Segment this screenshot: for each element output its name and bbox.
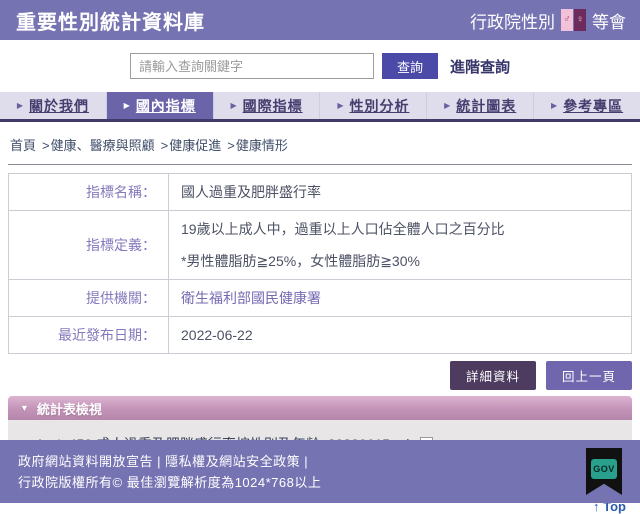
collapse-arrow-icon: ▼ — [20, 403, 29, 413]
breadcrumb-separator: > — [161, 138, 169, 153]
male-symbol-icon: ♂ — [561, 9, 573, 31]
table-row: 最近發布日期： 2022-06-22 — [9, 317, 632, 354]
stats-panel-title: 統計表檢視 — [37, 399, 102, 418]
footer-policy-line: 政府網站資料開放宣告 | 隱私權及網站安全政策 | — [18, 451, 640, 472]
breadcrumb-health-promotion[interactable]: 健康促進 — [169, 138, 221, 153]
table-row: 指標定義： 19歲以上成人中，過重以上人口佔全體人口之百分比 *男性體脂肪≧25… — [9, 211, 632, 280]
tab-about-us[interactable]: ▶ 關於我們 — [0, 92, 107, 119]
tab-domestic-indicators[interactable]: ▶ 國內指標 — [107, 92, 214, 119]
search-button[interactable]: 查詢 — [382, 53, 438, 79]
tab-arrow-icon: ▶ — [444, 101, 450, 110]
definition-line-1: 19歲以上成人中，過重以上人口佔全體人口之百分比 — [181, 219, 619, 239]
detail-data-button[interactable]: 詳細資料 — [450, 361, 536, 390]
table-row: 指標名稱： 國人過重及肥胖盛行率 — [9, 174, 632, 211]
release-date-label: 最近發布日期： — [9, 317, 169, 354]
org-name-suffix: 等會 — [592, 8, 626, 33]
tab-arrow-icon: ▶ — [551, 101, 557, 110]
breadcrumb-home[interactable]: 首頁 — [10, 138, 36, 153]
female-symbol-icon: ♀ — [574, 9, 586, 31]
gender-equality-logo-icon: ♂ ♀ — [561, 9, 586, 31]
indicator-definition-value: 19歲以上成人中，過重以上人口佔全體人口之百分比 *男性體脂肪≧25%，女性體脂… — [169, 211, 632, 280]
advanced-search-link[interactable]: 進階查詢 — [450, 56, 510, 77]
indicator-name-label: 指標名稱： — [9, 174, 169, 211]
site-header: 重要性別統計資料庫 行政院性別 ♂ ♀ 等會 — [0, 0, 640, 40]
breadcrumb-health-status[interactable]: 健康情形 — [236, 138, 288, 153]
tab-international-indicators[interactable]: ▶ 國際指標 — [214, 92, 321, 119]
site-title: 重要性別統計資料庫 — [16, 6, 205, 35]
org-logo-group: 行政院性別 ♂ ♀ 等會 — [470, 8, 626, 33]
org-name-prefix: 行政院性別 — [470, 8, 555, 33]
main-nav: ▶ 關於我們 ▶ 國內指標 ▶ 國際指標 ▶ 性別分析 ▶ 統計圖表 ▶ 參考專… — [0, 92, 640, 122]
agency-label: 提供機關： — [9, 280, 169, 317]
tab-arrow-icon: ▶ — [337, 101, 343, 110]
action-buttons: 詳細資料 回上一頁 — [0, 361, 632, 390]
breadcrumb-divider — [8, 164, 632, 165]
footer-copyright-line: 行政院版權所有© 最佳瀏覽解析度為1024*768以上 — [18, 472, 640, 493]
table-row: 提供機關： 衛生福利部國民健康署 — [9, 280, 632, 317]
privacy-policy-link[interactable]: 隱私權及網站安全政策 — [165, 454, 300, 469]
gov-label: GOV — [591, 459, 617, 479]
search-bar: 查詢 進階查詢 — [0, 40, 640, 92]
stats-panel-header[interactable]: ▼ 統計表檢視 — [8, 396, 632, 420]
site-footer: 政府網站資料開放宣告 | 隱私權及網站安全政策 | 行政院版權所有© 最佳瀏覽解… — [0, 440, 640, 503]
tab-arrow-icon: ▶ — [230, 101, 236, 110]
indicator-table: 指標名稱： 國人過重及肥胖盛行率 指標定義： 19歲以上成人中，過重以上人口佔全… — [8, 173, 632, 354]
search-input[interactable] — [130, 53, 374, 79]
tab-reference-area[interactable]: ▶ 參考專區 — [534, 92, 640, 119]
tab-arrow-icon: ▶ — [124, 101, 130, 110]
breadcrumb-separator: > — [42, 138, 50, 153]
back-button[interactable]: 回上一頁 — [546, 361, 632, 390]
definition-line-2: *男性體脂肪≧25%，女性體脂肪≧30% — [181, 251, 619, 271]
breadcrumb: 首頁>健康、醫療與照顧>健康促進>健康情形 — [0, 122, 640, 164]
indicator-name-value: 國人過重及肥胖盛行率 — [169, 174, 632, 211]
tab-arrow-icon: ▶ — [17, 101, 23, 110]
tab-statistical-charts[interactable]: ▶ 統計圖表 — [427, 92, 534, 119]
agency-link[interactable]: 衛生福利部國民健康署 — [181, 290, 321, 306]
breadcrumb-separator: > — [227, 138, 235, 153]
open-data-declaration-link[interactable]: 政府網站資料開放宣告 — [18, 454, 153, 469]
release-date-value: 2022-06-22 — [169, 317, 632, 354]
tab-gender-analysis[interactable]: ▶ 性別分析 — [320, 92, 427, 119]
indicator-definition-label: 指標定義： — [9, 211, 169, 280]
breadcrumb-health-care[interactable]: 健康、醫療與照顧 — [51, 138, 155, 153]
